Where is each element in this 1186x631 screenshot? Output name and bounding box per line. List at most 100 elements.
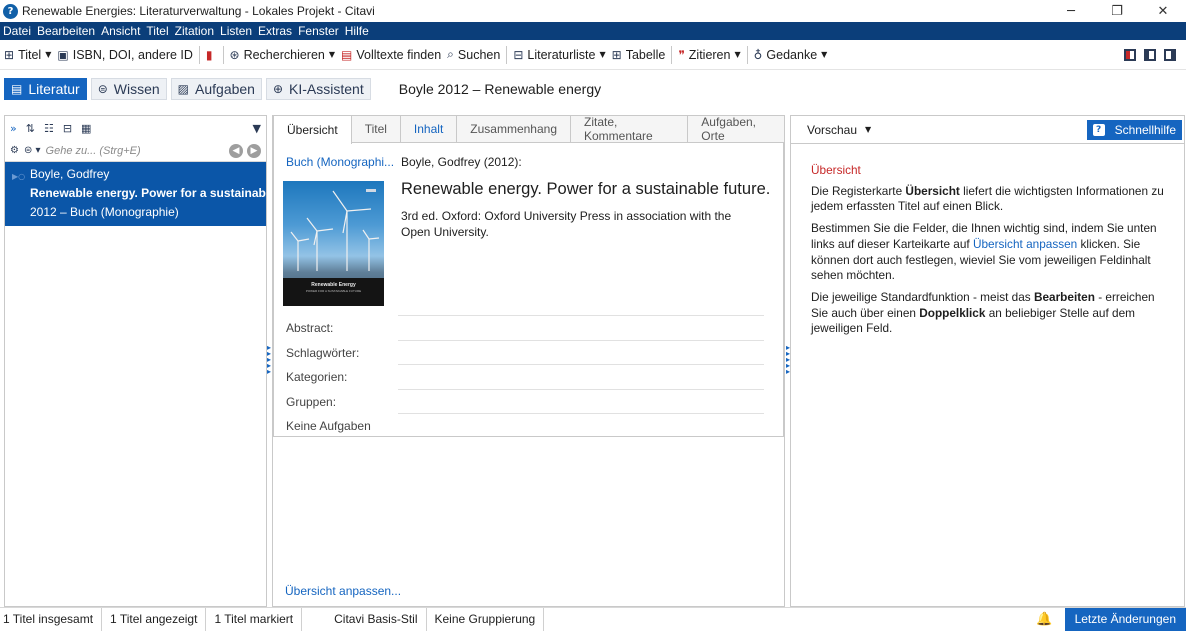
quick-help-label: Schnellhilfe [1114,122,1176,137]
clipboard-button[interactable]: ▮ [206,48,217,62]
suchen-label: Suchen [457,47,501,62]
nav-wissen-button[interactable]: ⊜ Wissen [90,78,167,100]
citavi-logo-icon: ? [3,3,18,19]
layout-right-pane-icon[interactable] [1164,48,1176,61]
lightbulb-icon: ♁ [753,47,763,62]
isbn-button[interactable]: ▣ ISBN, DOI, andere ID [57,48,193,62]
menu-fenster[interactable]: Fenster [298,24,339,38]
field-abstract[interactable]: Abstract: [286,315,764,340]
gedanke-label: Gedanke [766,47,818,62]
reference-author: Boyle, Godfrey [30,167,110,181]
group-icon[interactable]: ☷ [44,122,54,135]
tab-uebersicht[interactable]: Übersicht [273,115,352,144]
preview-dropdown[interactable]: Vorschau [807,123,857,137]
menu-listen[interactable]: Listen [220,24,252,38]
toolbar-separator [198,45,200,64]
gear-icon[interactable]: ⚙ [10,145,19,156]
filter-icon[interactable]: ▼ [253,122,261,135]
overview-publication-info[interactable]: 3rd ed. Oxford: Oxford University Press … [401,208,761,240]
field-schlagwoerter[interactable]: Schlagwörter: [286,340,764,365]
literaturliste-button[interactable]: ⊟ Literaturliste ▼ [513,48,605,62]
recherchieren-button[interactable]: ⊛ Recherchieren ▼ [230,48,336,62]
tab-titel[interactable]: Titel [350,115,401,142]
layout-three-pane-icon[interactable] [1124,48,1136,61]
help-heading: Übersicht [811,163,861,177]
nav-aufgaben-label: Aufgaben [195,81,255,97]
table-icon: ⊞ [611,47,622,62]
sort-icon[interactable]: ⇅ [26,122,35,135]
book-cover-image[interactable]: Renewable Energy POWER FOR A SUSTAINABLE… [283,181,384,306]
adjust-overview-link[interactable]: Übersicht anpassen... [285,584,401,598]
columns-icon[interactable]: ⊟ [63,122,72,135]
menu-datei[interactable]: Datei [3,24,31,38]
gedanke-button[interactable]: ♁ Gedanke ▼ [754,48,828,62]
menu-ansicht[interactable]: Ansicht [101,24,140,38]
literaturliste-label: Literaturliste [527,47,596,62]
nav-aufgaben-button[interactable]: ▨ Aufgaben [170,78,262,100]
fulltext-icon: ▤ [341,47,353,62]
chevron-down-icon[interactable]: ▼ [329,50,335,59]
left-splitter-handle[interactable]: ▸ ▸ ▸ ▸ ▸ [267,344,271,376]
view-icon[interactable]: ▦ [81,122,91,135]
goto-search-input[interactable]: Gehe zu... (Strg+E) [46,145,225,157]
search-options-icon[interactable]: ⊜ ▾ [24,145,41,156]
help-paragraph: Die jeweilige Standardfunktion - meist d… [811,290,1172,337]
tab-zitate-kommentare[interactable]: Zitate, Kommentare [570,115,689,143]
menu-hilfe[interactable]: Hilfe [345,24,369,38]
tabelle-button[interactable]: ⊞ Tabelle [612,48,666,62]
chevron-down-icon[interactable]: ▼ [45,50,51,59]
overview-authors[interactable]: Boyle, Godfrey (2012): [401,155,522,169]
adjust-overview-help-link[interactable]: Übersicht anpassen [973,237,1077,251]
help-question-icon: ? [1092,123,1105,136]
volltexte-button[interactable]: ▤ Volltexte finden [341,48,441,62]
restore-button[interactable]: ❐ [1094,0,1140,22]
field-kategorien[interactable]: Kategorien: [286,364,764,389]
nav-ki-button[interactable]: ⊕ KI-Assistent [265,78,371,100]
previous-arrow-icon[interactable]: ◀ [229,143,243,158]
bell-icon[interactable]: 🔔 [1036,612,1052,627]
detail-tabs: Übersicht Titel Inhalt Zusammenhang Zita… [273,115,785,144]
help-bold-text: Doppelklick [919,305,986,320]
chevron-down-icon[interactable]: ▼ [821,50,827,59]
menu-extras[interactable]: Extras [258,24,292,38]
field-gruppen[interactable]: Gruppen: [286,389,764,414]
close-button[interactable]: ✕ [1140,0,1186,22]
reference-type-link[interactable]: Buch (Monographi... [286,155,394,169]
title-details-pane: Übersicht Titel Inhalt Zusammenhang Zita… [272,115,785,607]
field-divider [398,389,764,390]
layout-left-pane-icon[interactable] [1144,48,1156,61]
zitieren-button[interactable]: ❞ Zitieren ▼ [678,48,740,62]
chevron-down-icon[interactable]: ▼ [865,125,871,134]
nav-literatur-button[interactable]: ▤ Literatur [4,78,87,100]
help-paragraph: Bestimmen Sie die Felder, die Ihnen wich… [811,221,1172,284]
minimize-button[interactable]: ─ [1048,0,1094,22]
status-marked[interactable]: 1 Titel markiert [206,607,303,631]
overview-title[interactable]: Renewable energy. Power for a sustainabl… [401,180,770,199]
menu-bearbeiten[interactable]: Bearbeiten [37,24,95,38]
toolbar: ⊞ Titel ▼ ▣ ISBN, DOI, andere ID ▮ ⊛ Rec… [0,40,1186,70]
suchen-button[interactable]: ⌕ Suchen [447,47,500,62]
quick-help-button[interactable]: ? Schnellhilfe [1086,119,1182,140]
status-grouping[interactable]: Keine Gruppierung [427,607,545,631]
last-changes-button[interactable]: Letzte Änderungen [1064,607,1186,631]
menu-zitation[interactable]: Zitation [175,24,214,38]
tab-aufgaben-orte[interactable]: Aufgaben, Orte [687,115,785,143]
chevron-down-icon[interactable]: ▼ [599,50,605,59]
status-citation-style[interactable]: Citavi Basis-Stil [326,607,427,631]
list-item[interactable]: ▶○ Boyle, Godfrey Renewable energy. Powe… [5,162,266,226]
new-title-button[interactable]: ⊞ Titel ▼ [4,48,51,62]
field-divider [398,340,764,341]
next-arrow-icon[interactable]: ▶ [247,143,261,158]
menu-titel[interactable]: Titel [146,24,168,38]
field-label: Gruppen: [286,395,337,409]
toolbar-separator [746,45,748,64]
knowledge-icon: ⊜ [97,82,108,96]
chevron-down-icon[interactable]: ▼ [734,50,740,59]
expand-icon[interactable]: » [10,122,17,135]
reference-title: Renewable energy. Power for a sustainabl… [30,186,266,200]
quote-icon: ❞ [678,47,685,62]
tab-inhalt[interactable]: Inhalt [399,115,458,142]
nav-ki-label: KI-Assistent [289,81,364,97]
tab-zusammenhang[interactable]: Zusammenhang [456,115,571,142]
field-aufgaben[interactable]: Keine Aufgaben [286,413,764,438]
